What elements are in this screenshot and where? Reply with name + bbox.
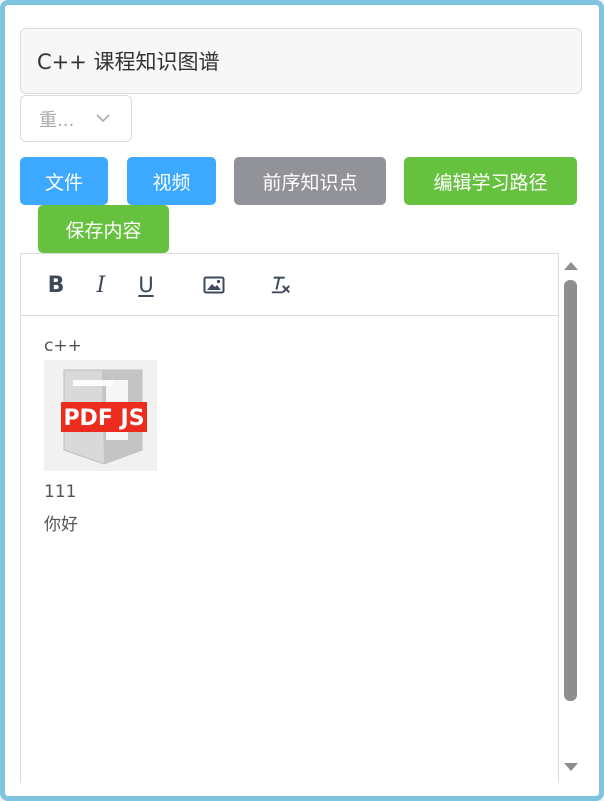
select-value: 重... [39, 109, 75, 131]
rich-text-editor: B I U c++ PDF JS 111 你好 [20, 253, 559, 783]
content-line-1: c++ [44, 336, 82, 356]
vertical-scrollbar[interactable] [560, 253, 582, 783]
save-content-button[interactable]: 保存内容 [38, 205, 169, 253]
scrollbar-thumb[interactable] [564, 280, 577, 701]
bold-button[interactable]: B [45, 273, 67, 298]
underline-button[interactable]: U [135, 273, 157, 297]
italic-button[interactable]: I [90, 273, 112, 298]
edit-learning-path-label: 编辑学习路径 [433, 171, 548, 194]
prerequisite-button-label: 前序知识点 [262, 171, 358, 194]
title-input-value: C++ 课程知识图谱 [37, 50, 220, 74]
video-button[interactable]: 视频 [127, 157, 216, 205]
title-input[interactable]: C++ 课程知识图谱 [20, 28, 582, 94]
save-content-label: 保存内容 [65, 219, 142, 242]
type-select[interactable]: 重... [20, 95, 132, 142]
file-button[interactable]: 文件 [20, 157, 108, 205]
insert-image-button[interactable] [203, 273, 225, 297]
chevron-down-icon [96, 114, 110, 123]
clear-format-icon [271, 276, 290, 294]
editor-toolbar: B I U [21, 254, 558, 316]
video-button-label: 视频 [152, 171, 191, 194]
scroll-up-icon[interactable] [563, 260, 579, 272]
edit-learning-path-button[interactable]: 编辑学习路径 [404, 157, 577, 205]
file-button-label: 文件 [44, 171, 83, 194]
clear-format-button[interactable] [270, 273, 292, 297]
scroll-down-icon[interactable] [563, 761, 579, 773]
content-line-3: 你好 [44, 515, 78, 535]
image-icon [203, 276, 225, 294]
pdf-file-icon: PDF JS [61, 369, 147, 465]
pdf-file-thumbnail[interactable]: PDF JS [44, 360, 157, 471]
pdf-icon-label: PDF JS [63, 406, 144, 431]
content-line-2: 111 [44, 482, 77, 502]
prerequisite-button[interactable]: 前序知识点 [234, 157, 386, 205]
